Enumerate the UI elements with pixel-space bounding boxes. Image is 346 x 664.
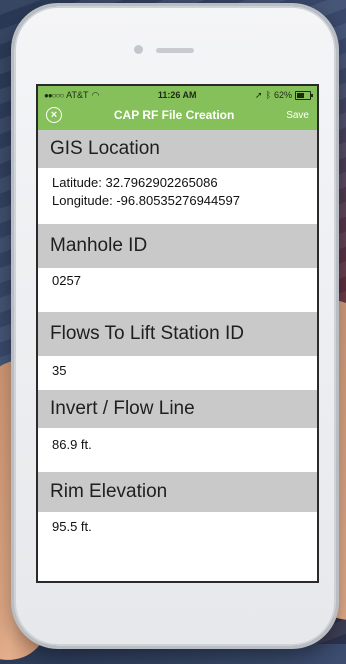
- save-button[interactable]: Save: [286, 110, 309, 121]
- signal-strength-icon: ●●○○○: [44, 90, 64, 100]
- invert-flow-line-field[interactable]: 86.9 ft.: [38, 428, 317, 472]
- gis-location-header: GIS Location: [38, 130, 317, 168]
- invert-flow-line-value: 86.9 ft.: [52, 437, 92, 452]
- status-bar: ●●○○○ AT&T ◠ 11:26 AM ➚ ᛒ 62%: [38, 86, 317, 104]
- gis-location-field[interactable]: Latitude: 32.7962902265086 Longitude: -9…: [38, 168, 317, 224]
- rim-elevation-field[interactable]: 95.5 ft.: [38, 512, 317, 572]
- battery-percent: 62%: [273, 90, 292, 100]
- longitude-value: Longitude: -96.80535276944597: [52, 193, 240, 208]
- front-camera: [134, 45, 143, 54]
- flows-to-lift-station-value: 35: [52, 363, 67, 378]
- rim-elevation-value: 95.5 ft.: [52, 519, 92, 534]
- carrier-label: AT&T: [66, 90, 89, 100]
- latitude-value: Latitude: 32.7962902265086: [52, 175, 218, 190]
- close-icon[interactable]: ×: [46, 107, 62, 123]
- wifi-icon: ◠: [91, 89, 100, 100]
- status-time: 11:26 AM: [157, 90, 197, 100]
- nav-title: CAP RF File Creation: [113, 108, 235, 122]
- earpiece-speaker: [156, 48, 194, 53]
- navigation-bar: × CAP RF File Creation Save: [38, 104, 317, 130]
- phone-device: ●●○○○ AT&T ◠ 11:26 AM ➚ ᛒ 62% × CAP RF F…: [14, 6, 336, 646]
- invert-flow-line-header: Invert / Flow Line: [38, 390, 317, 428]
- manhole-id-header: Manhole ID: [38, 224, 317, 268]
- location-arrow-icon: ➚: [255, 89, 263, 100]
- bluetooth-icon: ᛒ: [265, 90, 271, 100]
- app-screen: ●●○○○ AT&T ◠ 11:26 AM ➚ ᛒ 62% × CAP RF F…: [36, 84, 319, 583]
- manhole-id-value: 0257: [52, 273, 81, 288]
- rim-elevation-header: Rim Elevation: [38, 472, 317, 512]
- manhole-id-field[interactable]: 0257: [38, 268, 317, 312]
- flows-to-lift-station-header: Flows To Lift Station ID: [38, 312, 317, 356]
- flows-to-lift-station-field[interactable]: 35: [38, 356, 317, 390]
- battery-icon: [295, 90, 313, 100]
